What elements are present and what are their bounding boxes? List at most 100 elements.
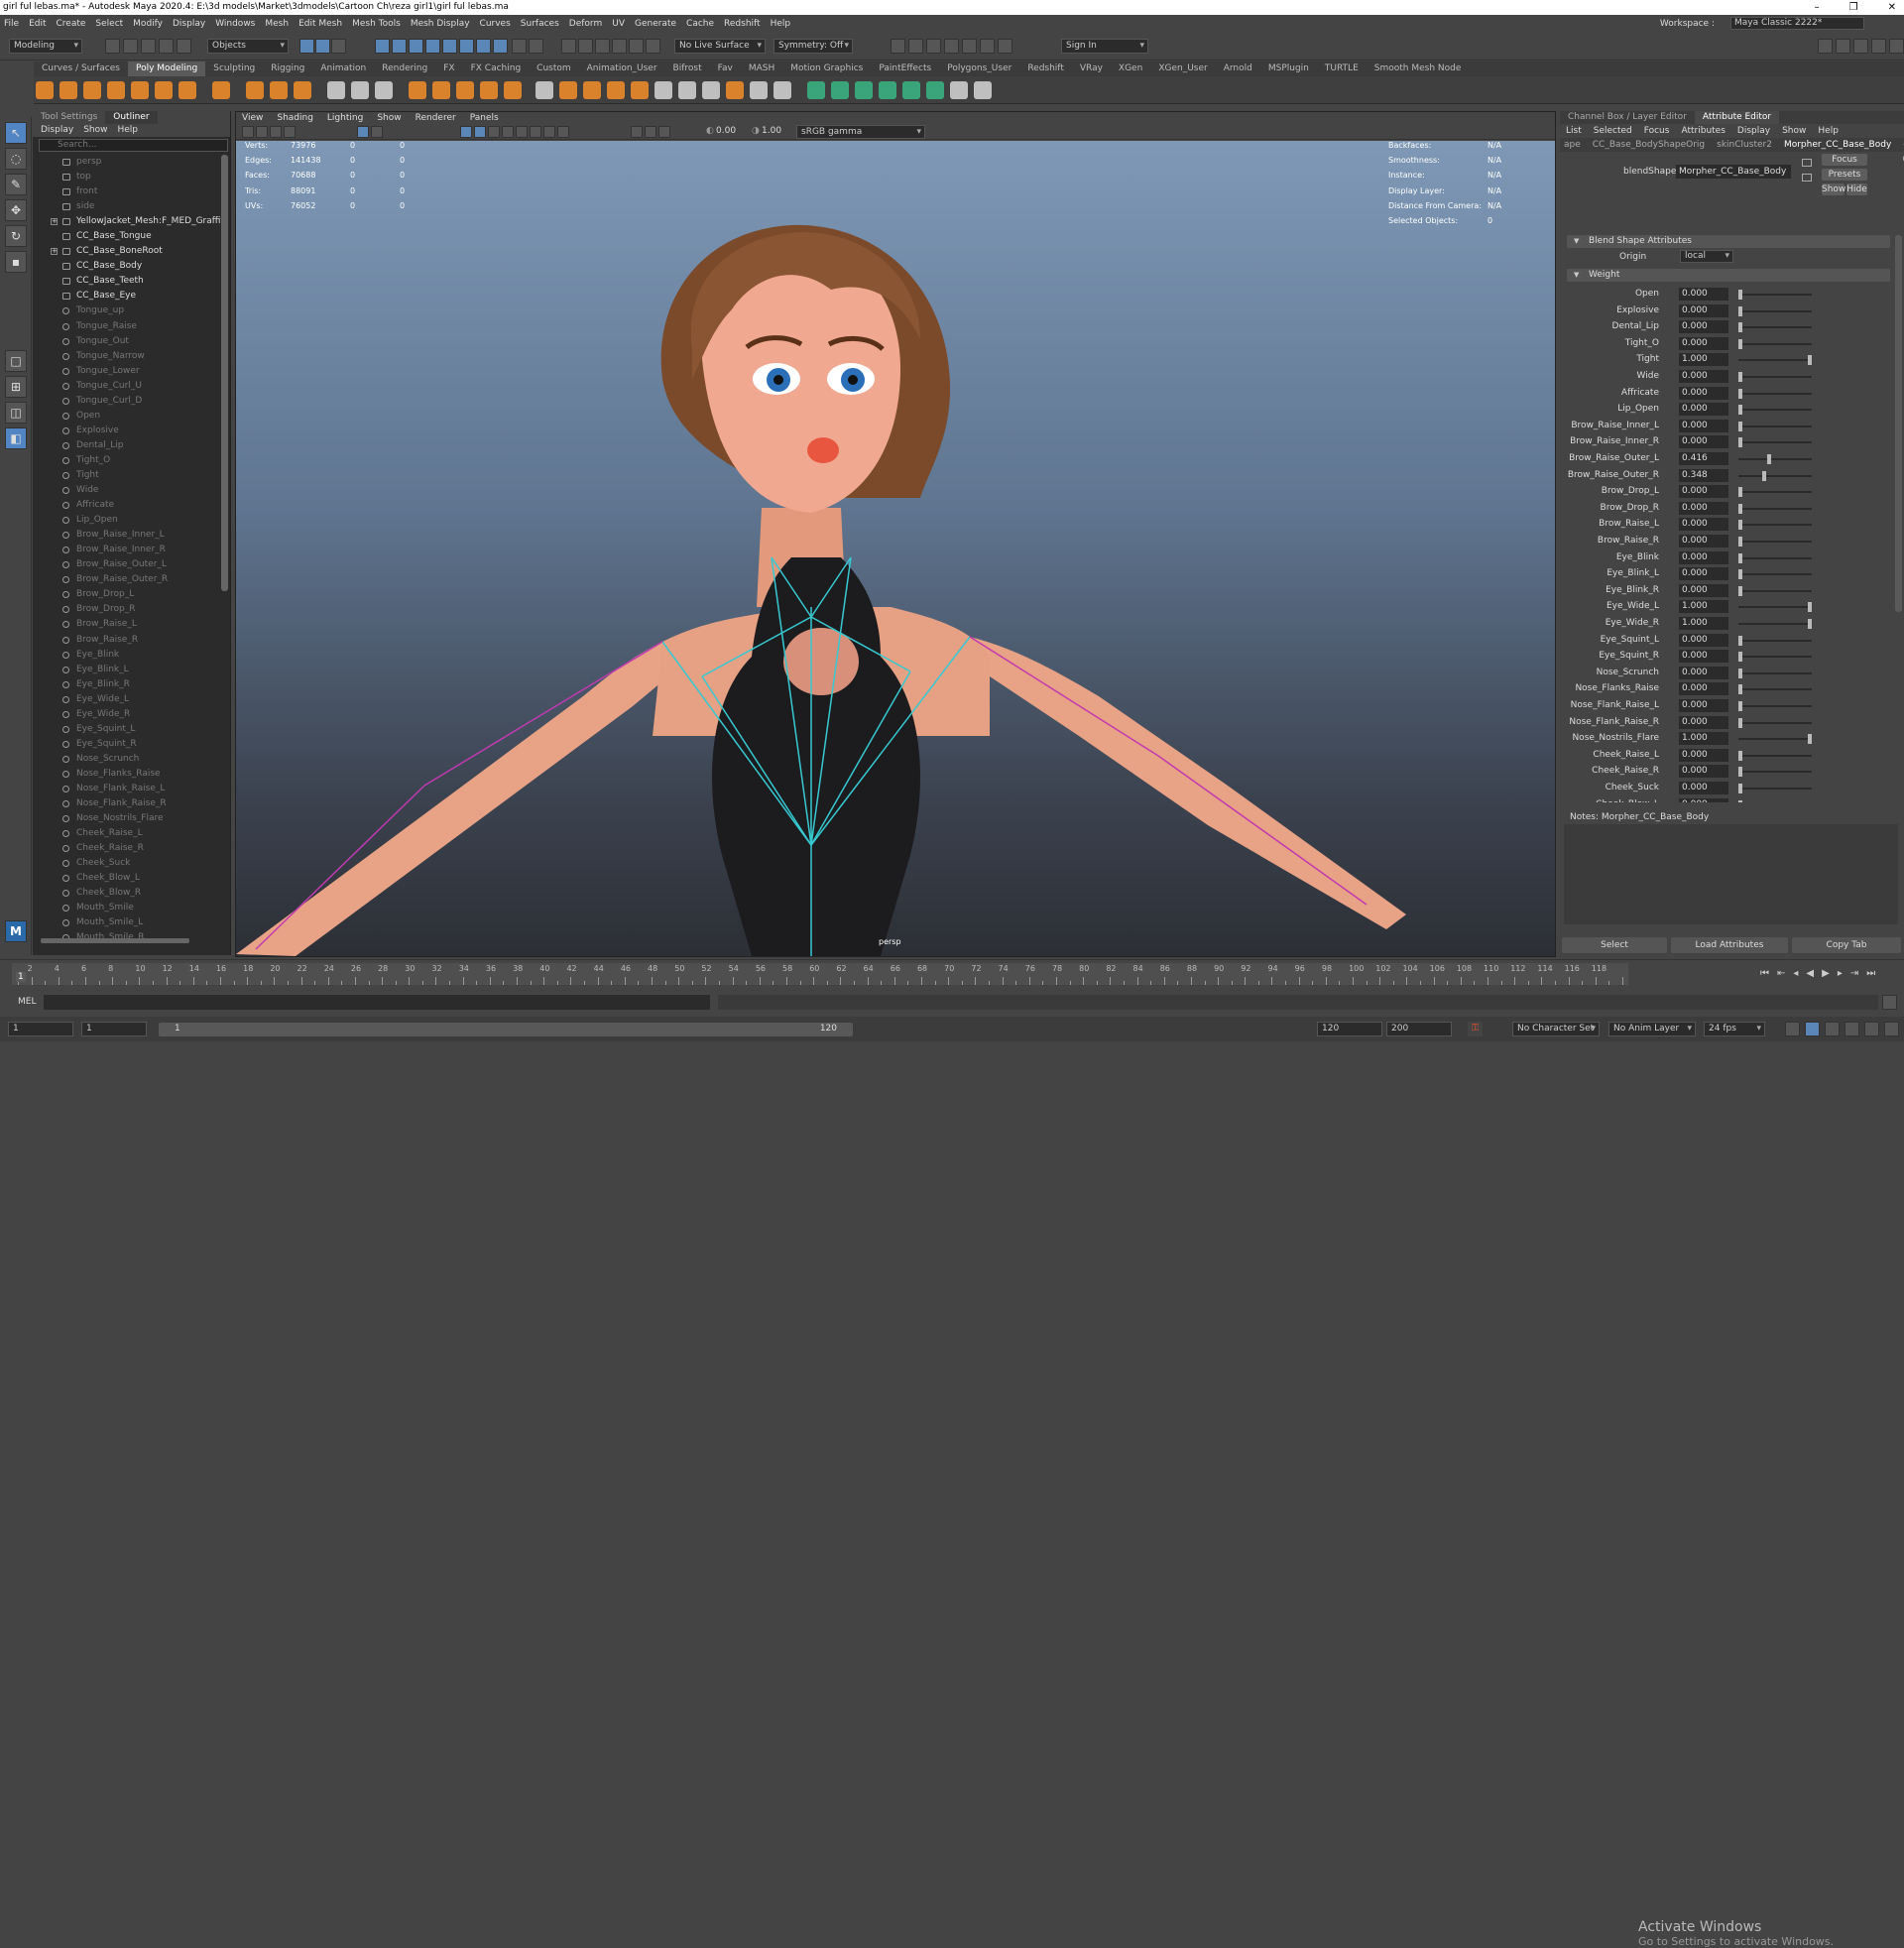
wireframe-icon[interactable]	[460, 126, 472, 138]
outliner-item[interactable]: CC_Base_Body	[33, 259, 221, 274]
outliner-item[interactable]: front	[33, 184, 221, 199]
anim-layer-dropdown[interactable]: No Anim Layer	[1608, 1022, 1696, 1036]
step-forward-frame-icon[interactable]: ▸	[1838, 968, 1843, 979]
bookmark-icon[interactable]	[270, 126, 282, 138]
step-back-key-icon[interactable]: ⇤	[1777, 968, 1785, 979]
menu-redshift[interactable]: Redshift	[724, 19, 761, 29]
lock-selection-icon[interactable]	[512, 39, 527, 54]
pick-curves-icon[interactable]	[409, 39, 423, 54]
ae-menu-selected[interactable]: Selected	[1594, 124, 1632, 138]
scale-tool-icon[interactable]: ▪	[5, 251, 27, 273]
expand-icon[interactable]: +	[51, 248, 58, 256]
weight-value-field[interactable]: 0.000	[1679, 304, 1728, 317]
cache-playback-icon[interactable]	[1805, 1022, 1820, 1036]
menu-help[interactable]: Help	[771, 19, 791, 29]
weight-value-field[interactable]: 0.000	[1679, 485, 1728, 499]
render-settings-icon[interactable]	[962, 39, 977, 54]
weight-slider-track[interactable]	[1738, 392, 1812, 395]
weight-value-field[interactable]: 0.000	[1679, 501, 1728, 515]
type-tool-icon[interactable]	[270, 81, 288, 99]
animation-start-field[interactable]: 1	[8, 1022, 73, 1036]
weight-value-field[interactable]: 0.000	[1679, 782, 1728, 794]
weight-slider-track[interactable]	[1738, 524, 1812, 527]
paint-weights-icon[interactable]	[375, 81, 393, 99]
weight-slider-thumb[interactable]	[1738, 684, 1742, 695]
auto-key-icon[interactable]: ⚿	[1468, 1022, 1483, 1036]
uv-editor-icon[interactable]	[807, 81, 825, 99]
select-tool-icon[interactable]: ↖	[5, 122, 27, 144]
smooth-icon[interactable]	[456, 81, 474, 99]
weight-value-field[interactable]: 1.000	[1679, 600, 1728, 614]
weight-slider-thumb[interactable]	[1738, 503, 1742, 514]
outliner-item[interactable]: Explosive	[33, 424, 221, 438]
sculpt-icon[interactable]	[327, 81, 345, 99]
pause-render-icon[interactable]	[998, 39, 1012, 54]
outliner-item[interactable]: Nose_Scrunch	[33, 752, 221, 767]
render-frame-icon[interactable]	[926, 39, 941, 54]
shelf-tab[interactable]: Rendering	[374, 61, 435, 76]
smooth-shade-icon[interactable]	[474, 126, 486, 138]
svg-tool-icon[interactable]	[294, 81, 311, 99]
weight-slider-track[interactable]	[1738, 623, 1812, 625]
pick-misc-icon[interactable]	[493, 39, 508, 54]
planar-map-icon[interactable]	[831, 81, 849, 99]
menu-display[interactable]: Display	[173, 19, 205, 29]
shelf-tab[interactable]: VRay	[1072, 61, 1111, 76]
outliner-item[interactable]: side	[33, 199, 221, 214]
outliner-item[interactable]: CC_Base_Teeth	[33, 274, 221, 289]
shelf-tab[interactable]: XGen	[1111, 61, 1150, 76]
outliner-item[interactable]: Eye_Blink_L	[33, 663, 221, 677]
menu-edit-mesh[interactable]: Edit Mesh	[298, 19, 342, 29]
unfold-icon[interactable]	[926, 81, 944, 99]
weight-slider-track[interactable]	[1738, 326, 1812, 329]
cut-uv-icon[interactable]	[974, 81, 992, 99]
weight-slider-thumb[interactable]	[1738, 305, 1742, 316]
outliner-item[interactable]: Mouth_Smile_R	[33, 930, 221, 938]
weight-slider-track[interactable]	[1738, 606, 1812, 609]
outliner-horizontal-scrollbar[interactable]	[41, 938, 189, 943]
outliner-item[interactable]: Tongue_Curl_D	[33, 394, 221, 409]
select-object-icon[interactable]	[315, 39, 330, 54]
go-to-start-icon[interactable]: ⏮	[1760, 968, 1769, 979]
weight-value-field[interactable]: 0.000	[1679, 320, 1728, 334]
workspace-dropdown[interactable]: Maya Classic 2222*	[1730, 17, 1864, 30]
blend-shape-attributes-section[interactable]: Blend Shape Attributes	[1567, 235, 1890, 248]
shelf-tab[interactable]: Sculpting	[205, 61, 263, 76]
construction-history-icon[interactable]	[891, 39, 905, 54]
weight-slider-track[interactable]	[1738, 342, 1812, 345]
outliner-item[interactable]: + CC_Base_BoneRoot	[33, 244, 221, 259]
menu-generate[interactable]: Generate	[635, 19, 676, 29]
weight-slider-thumb[interactable]	[1738, 652, 1742, 663]
weight-value-field[interactable]: 0.000	[1679, 535, 1728, 548]
menu-uv[interactable]: UV	[612, 19, 625, 29]
origin-dropdown[interactable]: local	[1680, 250, 1733, 263]
pick-dynamics-icon[interactable]	[459, 39, 474, 54]
weight-slider-track[interactable]	[1738, 639, 1812, 642]
cylindrical-map-icon[interactable]	[879, 81, 896, 99]
shape-editor-icon[interactable]	[351, 81, 369, 99]
menu-mesh-display[interactable]: Mesh Display	[411, 19, 470, 29]
outliner-item[interactable]: Tongue_Raise	[33, 319, 221, 334]
camera-lock-icon[interactable]	[256, 126, 268, 138]
outliner-item[interactable]: top	[33, 170, 221, 184]
viewport-menu-renderer[interactable]: Renderer	[416, 112, 456, 125]
menu-mesh-tools[interactable]: Mesh Tools	[352, 19, 401, 29]
menu-cache[interactable]: Cache	[686, 19, 714, 29]
expand-icon[interactable]: +	[51, 218, 58, 226]
shelf-tab[interactable]: Animation_User	[579, 61, 665, 76]
weight-slider-thumb[interactable]	[1738, 552, 1742, 563]
fps-dropdown[interactable]: 24 fps	[1704, 1022, 1765, 1036]
outliner-menu-show[interactable]: Show	[83, 124, 107, 137]
weight-value-field[interactable]: 0.000	[1679, 583, 1728, 597]
outliner-search-input[interactable]: Search...	[39, 139, 228, 152]
weight-slider-thumb[interactable]	[1738, 717, 1742, 728]
ae-menu-focus[interactable]: Focus	[1644, 124, 1670, 138]
weight-slider-thumb[interactable]	[1738, 799, 1742, 802]
snap-view-plane-icon[interactable]	[612, 39, 627, 54]
menu-mesh[interactable]: Mesh	[265, 19, 289, 29]
weight-slider-thumb[interactable]	[1738, 388, 1742, 399]
weight-value-field[interactable]: 0.000	[1679, 666, 1728, 679]
four-view-layout-icon[interactable]: ⊞	[5, 376, 27, 398]
weight-section[interactable]: Weight	[1567, 269, 1890, 282]
mel-input[interactable]	[44, 995, 710, 1010]
